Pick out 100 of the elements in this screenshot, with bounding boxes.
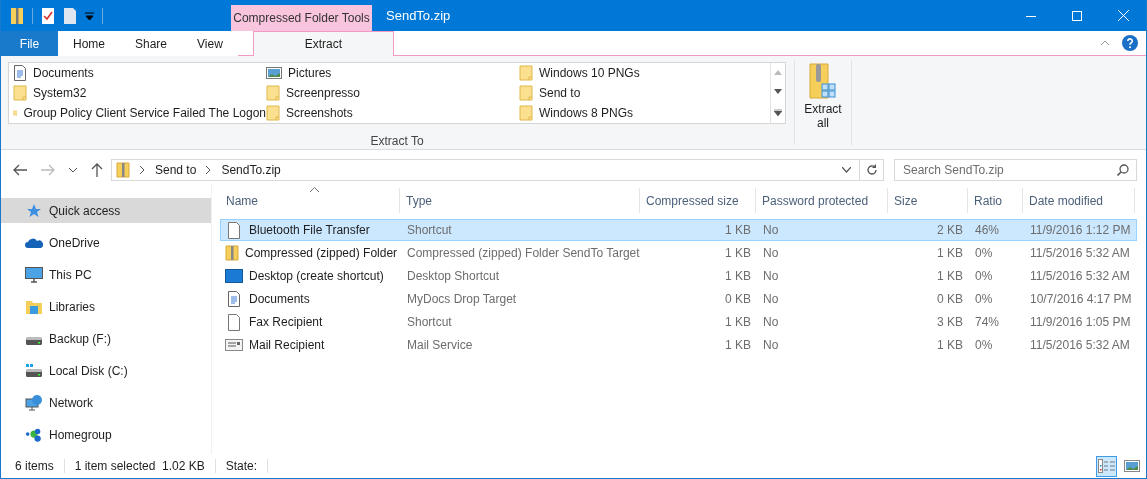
column-header[interactable]: Date modified xyxy=(1023,188,1135,213)
address-bar[interactable]: Send to SendTo.zip xyxy=(111,159,884,181)
table-cell: No xyxy=(763,269,779,283)
table-cell: 1 KB xyxy=(725,246,751,260)
status-text: 1 item selected 1.02 KB xyxy=(74,459,216,473)
maximize-icon[interactable] xyxy=(1072,10,1082,21)
picture-icon xyxy=(266,67,282,79)
zip-folder-icon[interactable] xyxy=(808,62,838,100)
column-header[interactable]: Ratio xyxy=(968,188,1023,213)
table-cell: No xyxy=(763,292,779,306)
collapse-ribbon-icon[interactable] xyxy=(1100,40,1110,46)
table-cell: No xyxy=(763,246,779,260)
expand-gallery-icon[interactable] xyxy=(774,108,782,116)
table-cell: Desktop Shortcut xyxy=(407,269,500,283)
dropdown-icon[interactable] xyxy=(842,167,851,173)
navigation-item[interactable]: Backup (F:) xyxy=(1,326,211,351)
table-cell: 0 KB xyxy=(725,292,751,306)
drive-icon xyxy=(25,363,43,378)
table-cell: No xyxy=(763,315,779,329)
mail-icon xyxy=(225,339,243,351)
table-cell: 1 KB xyxy=(725,315,751,329)
file-icon xyxy=(227,313,241,331)
extract-destination[interactable]: Screenshots xyxy=(266,103,519,123)
window-title: SendTo.zip xyxy=(386,8,451,23)
navigation-item[interactable]: Homegroup xyxy=(1,422,211,447)
extract-all-button[interactable]: Extract all xyxy=(803,56,843,130)
search-field[interactable]: Search SendTo.zip xyxy=(894,159,1137,181)
group-label: Extract To xyxy=(369,134,425,148)
extract-destination[interactable]: Windows 8 PNGs xyxy=(519,103,770,123)
file-row[interactable]: Compressed (zipped) Folder Compressed (zipped) Folder SendTo Target 1 KB No 1 KB 0% 11/5/2016 5:32 AM xyxy=(220,242,1137,264)
file-row[interactable]: Desktop (create shortcut) Desktop Shortcut 1 KB No 1 KB 0% 11/5/2016 5:32 AM xyxy=(220,265,1137,287)
network-icon xyxy=(25,394,43,411)
file-row[interactable]: Bluetooth File Transfer Shortcut 1 KB No 2 KB 46% 11/9/2016 1:12 PM xyxy=(220,219,1137,241)
column-header[interactable]: Type xyxy=(400,188,640,213)
zip-folder-icon xyxy=(225,245,239,261)
table-cell: 1 KB xyxy=(937,269,963,283)
table-cell: 11/9/2016 1:05 PM xyxy=(1030,315,1131,329)
ribbon-tab[interactable]: Extract xyxy=(252,31,394,56)
zip-folder-icon xyxy=(116,162,130,178)
extract-destination[interactable]: Send to xyxy=(519,83,770,103)
refresh-icon[interactable] xyxy=(865,164,878,176)
file-row[interactable]: Fax Recipient Shortcut 1 KB No 3 KB 74% 11/9/2016 1:05 PM xyxy=(220,311,1137,333)
table-cell: Shortcut xyxy=(407,223,452,237)
extract-destination[interactable]: Pictures xyxy=(266,63,519,83)
table-cell: 11/5/2016 5:32 AM xyxy=(1030,269,1130,283)
chevron-icon[interactable] xyxy=(140,166,145,174)
table-cell: 11/9/2016 1:12 PM xyxy=(1030,223,1131,237)
navigation-item[interactable]: Libraries xyxy=(1,294,211,319)
column-header[interactable]: Size xyxy=(888,188,968,213)
folder-icon xyxy=(519,65,533,81)
table-cell: Bluetooth File Transfer xyxy=(249,223,370,237)
navigation-item[interactable]: This PC xyxy=(1,262,211,287)
chevron-icon[interactable] xyxy=(206,166,212,174)
table-cell: MyDocs Drop Target xyxy=(407,292,517,306)
column-header[interactable]: Password protected xyxy=(756,188,888,213)
folder-icon xyxy=(266,85,280,101)
file-row[interactable]: Documents MyDocs Drop Target 0 KB No 0 KB 0% 10/7/2016 4:17 PM xyxy=(220,288,1137,310)
file-icon xyxy=(227,221,241,239)
scroll-down-icon[interactable] xyxy=(774,89,782,95)
status-text: State: xyxy=(225,459,269,473)
dropdown-icon[interactable] xyxy=(85,11,94,20)
extract-destination[interactable]: System32 xyxy=(13,83,266,103)
library-icon xyxy=(25,298,43,315)
table-cell: 0% xyxy=(975,338,993,352)
status-text: 6 items xyxy=(15,459,65,473)
column-header[interactable]: Name xyxy=(220,188,400,213)
file-tab[interactable]: File xyxy=(1,31,58,56)
navigation-item[interactable]: Quick access xyxy=(1,198,211,223)
table-cell: Shortcut xyxy=(407,315,452,329)
zip-folder-icon[interactable] xyxy=(10,6,24,25)
table-cell: 11/5/2016 5:32 AM xyxy=(1030,246,1130,260)
star-icon xyxy=(26,202,42,219)
properties-icon[interactable] xyxy=(41,6,55,25)
back-icon[interactable] xyxy=(13,164,27,176)
table-cell: Mail Service xyxy=(407,338,473,352)
file-row[interactable]: Mail Recipient Mail Service 1 KB No 1 KB 0% 11/5/2016 5:32 AM xyxy=(220,334,1137,356)
extract-destination[interactable]: Screenpresso xyxy=(266,83,519,103)
folder-icon xyxy=(266,105,280,121)
table-cell: 74% xyxy=(975,315,1000,329)
navigation-item[interactable]: Network xyxy=(1,390,211,415)
table-cell: 1 KB xyxy=(725,223,751,237)
extract-destination[interactable]: Documents xyxy=(13,63,266,83)
table-cell: 0% xyxy=(975,292,993,306)
recent-locations-icon[interactable] xyxy=(69,167,77,173)
help-icon[interactable] xyxy=(1122,35,1138,51)
navigation-item[interactable]: OneDrive xyxy=(1,230,211,255)
folder-icon xyxy=(13,85,27,101)
column-header[interactable]: Compressed size xyxy=(640,188,756,213)
navigation-item[interactable]: Local Disk (C:) xyxy=(1,358,211,383)
table-cell: 1 KB xyxy=(725,338,751,352)
large-icons-view-icon[interactable] xyxy=(1123,460,1140,472)
extract-destination[interactable]: Windows 10 PNGs xyxy=(519,63,770,83)
up-icon[interactable] xyxy=(91,163,103,177)
breadcrumb[interactable]: Send to xyxy=(155,163,197,177)
extract-destination[interactable]: Group Policy Client Service Failed The Logon xyxy=(13,103,266,123)
table-cell: 1 KB xyxy=(937,338,963,352)
table-cell: No xyxy=(763,338,779,352)
table-cell: 2 KB xyxy=(937,223,963,237)
close-icon[interactable] xyxy=(1117,10,1129,21)
breadcrumb[interactable]: SendTo.zip xyxy=(221,163,281,177)
